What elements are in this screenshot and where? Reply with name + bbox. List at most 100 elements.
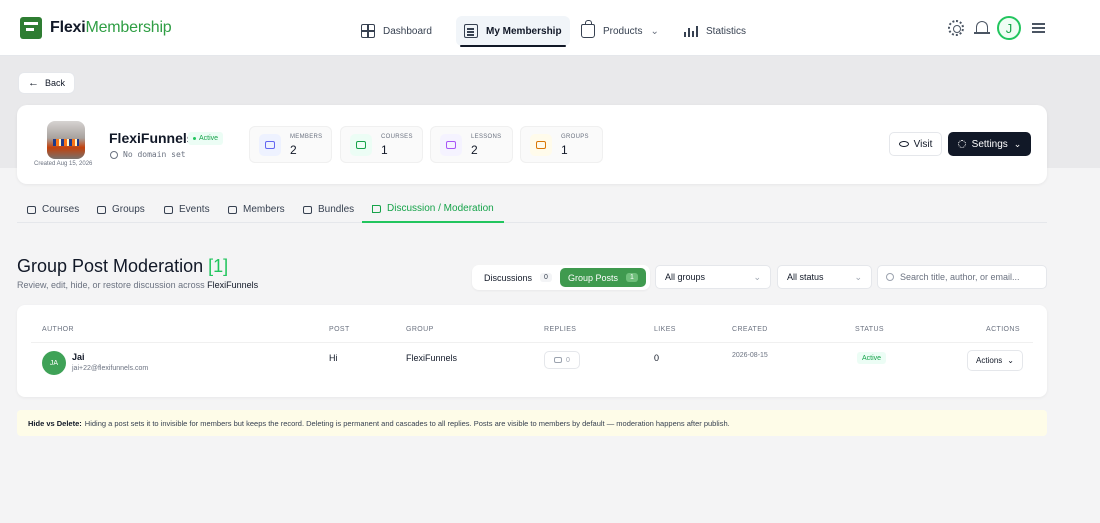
page-title-text: Group Post Moderation <box>17 256 204 276</box>
globe-icon <box>110 150 118 159</box>
replies-count: 0 <box>566 356 570 364</box>
chevron-down-icon: ⌄ <box>854 271 862 282</box>
toggle-label: Group Posts <box>568 272 619 283</box>
toggle-count: 0 <box>540 273 552 282</box>
nav-dashboard-label: Dashboard <box>383 25 432 37</box>
groups-filter-value: All groups <box>665 272 706 282</box>
dashboard-icon <box>361 24 375 38</box>
nav-dashboard[interactable]: Dashboard <box>353 16 440 46</box>
notification-bell-icon[interactable] <box>974 21 990 34</box>
nav-products[interactable]: Products ⌄ <box>573 16 667 46</box>
stat-value: 1 <box>381 143 388 157</box>
back-button[interactable]: ← Back <box>18 72 76 94</box>
note-text: Hiding a post sets it to invisible for m… <box>84 418 730 428</box>
user-avatar[interactable]: J <box>997 16 1021 40</box>
tab-groups[interactable]: Groups <box>87 196 155 223</box>
tab-events[interactable]: Events <box>154 196 220 223</box>
stat-label: MEMBERS <box>290 134 323 140</box>
menu-icon[interactable] <box>1032 23 1045 25</box>
stat-label: GROUPS <box>561 134 589 140</box>
author-name: Jai <box>72 352 85 362</box>
note-heading: Hide vs Delete: <box>28 418 82 428</box>
column-header-created: CREATED <box>732 326 768 333</box>
brand-logo[interactable]: FlexiMembership <box>20 17 172 39</box>
domain-info: No domain set <box>110 150 186 159</box>
tab-courses[interactable]: Courses <box>17 196 89 223</box>
chevron-down-icon: ⌄ <box>650 25 659 37</box>
nav-statistics[interactable]: Statistics <box>676 16 754 46</box>
membership-thumbnail <box>47 121 85 159</box>
membership-title: FlexiFunnels <box>109 130 195 146</box>
settings-button[interactable]: Settings ⌄ <box>948 132 1031 156</box>
tab-discussion-moderation[interactable]: Discussion / Moderation <box>362 196 504 223</box>
statistics-icon <box>684 25 698 37</box>
status-filter-value: All status <box>787 272 824 282</box>
info-note: Hide vs Delete: Hiding a post sets it to… <box>17 410 1047 436</box>
courses-icon <box>350 134 372 156</box>
chevron-down-icon: ⌄ <box>1013 138 1022 149</box>
subtitle-text: Review, edit, hide, or restore discussio… <box>17 280 205 290</box>
nav-products-label: Products <box>603 25 643 37</box>
calendar-icon <box>164 205 173 214</box>
status-dot-icon <box>193 137 196 140</box>
tab-bar: Courses Groups Events Members Bundles Di… <box>17 196 1047 223</box>
membership-icon <box>464 24 478 38</box>
search-input[interactable] <box>900 272 1038 282</box>
stat-label: COURSES <box>381 134 413 140</box>
settings-label: Settings <box>971 138 1008 150</box>
back-label: Back <box>45 78 66 88</box>
tab-label: Groups <box>112 204 145 215</box>
chevron-down-icon: ⌄ <box>753 271 761 282</box>
header-divider <box>31 342 1033 343</box>
post-title[interactable]: Hi <box>329 353 338 363</box>
shopping-bag-icon <box>581 20 595 38</box>
comment-icon <box>554 357 563 363</box>
nav-my-membership-label: My Membership <box>486 25 562 37</box>
stat-lessons: LESSONS 2 <box>430 126 513 163</box>
column-header-group: GROUP <box>406 326 434 333</box>
groups-icon <box>530 134 552 156</box>
groups-filter-select[interactable]: All groups ⌄ <box>655 265 771 289</box>
domain-text: No domain set <box>123 150 186 159</box>
column-header-author: AUTHOR <box>42 326 74 333</box>
logo-icon <box>20 17 42 39</box>
discussions-toggle[interactable]: Discussions 0 <box>476 268 560 287</box>
toggle-count: 1 <box>626 273 638 282</box>
members-icon <box>259 134 281 156</box>
lessons-icon <box>440 134 462 156</box>
visit-button[interactable]: Visit <box>889 132 942 156</box>
view-toggle: Discussions 0 Group Posts 1 <box>472 265 650 290</box>
replies-button[interactable]: 0 <box>544 351 580 369</box>
tab-label: Courses <box>42 204 80 215</box>
tab-bundles[interactable]: Bundles <box>293 196 364 223</box>
tab-members[interactable]: Members <box>218 196 295 223</box>
nav-statistics-label: Statistics <box>706 25 747 37</box>
tab-label: Bundles <box>318 204 355 215</box>
posts-table: AUTHOR POST GROUP REPLIES LIKES CREATED … <box>17 305 1047 397</box>
stat-value: 2 <box>290 143 297 157</box>
created-date: Created Aug 15, 2026 <box>34 161 93 167</box>
column-header-status: STATUS <box>855 326 884 333</box>
brand-name: FlexiMembership <box>50 19 172 36</box>
status-badge: Active <box>188 132 224 145</box>
nav-my-membership[interactable]: My Membership <box>456 16 570 47</box>
actions-dropdown-button[interactable]: Actions ⌄ <box>967 350 1023 371</box>
column-header-likes: LIKES <box>654 326 676 333</box>
settings-gear-icon[interactable] <box>948 20 964 36</box>
status-badge-label: Active <box>199 135 219 142</box>
subtitle-membership: FlexiFunnels <box>207 280 259 290</box>
search-box <box>877 265 1047 289</box>
visit-label: Visit <box>913 138 933 150</box>
stat-label: LESSONS <box>471 134 502 140</box>
stat-value: 2 <box>471 143 478 157</box>
group-posts-toggle[interactable]: Group Posts 1 <box>560 268 646 287</box>
author-avatar: JA <box>42 351 66 375</box>
members-tab-icon <box>228 205 237 214</box>
tab-label: Discussion / Moderation <box>387 203 494 214</box>
search-icon <box>886 273 894 281</box>
status-filter-select[interactable]: All status ⌄ <box>777 265 872 289</box>
chevron-down-icon: ⌄ <box>1007 356 1014 365</box>
membership-card: Created Aug 15, 2026 FlexiFunnels Active… <box>17 105 1047 184</box>
created-date-cell: 2026-08-15 <box>732 352 768 359</box>
arrow-left-icon: ← <box>28 77 39 89</box>
